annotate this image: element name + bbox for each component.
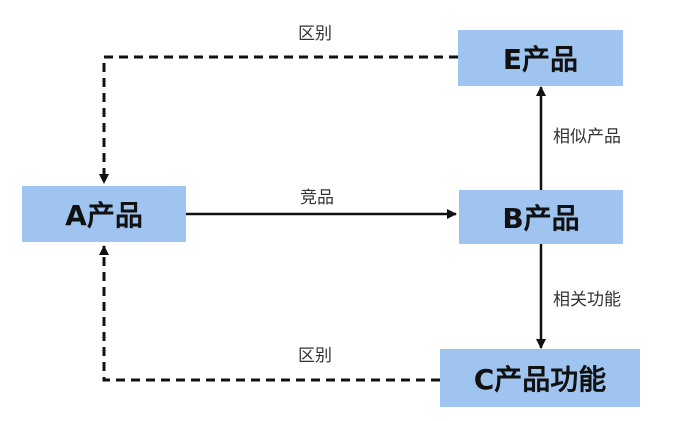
node-a-product: A产品 [22, 186, 186, 242]
node-e-product-label: E产品 [502, 43, 579, 76]
node-b-product: B产品 [459, 190, 623, 244]
edge-e-to-a-line [99, 55, 458, 184]
node-c-product-feature-label: C产品功能 [473, 363, 607, 396]
edge-b-to-c-label: 相关功能 [553, 290, 621, 310]
edge-c-to-a-line [99, 245, 440, 382]
diagram-canvas: E产品 A产品 B产品 C产品功能 区别 竞品 相似产品 相关功能 区别 [0, 0, 686, 421]
edge-c-to-a-label: 区别 [298, 346, 332, 366]
edge-a-to-b-label: 竞品 [300, 188, 334, 208]
node-c-product-feature: C产品功能 [440, 349, 640, 407]
node-b-product-label: B产品 [502, 202, 580, 235]
node-a-product-label: A产品 [65, 199, 143, 232]
node-e-product: E产品 [458, 30, 623, 86]
edge-b-to-e-label: 相似产品 [553, 127, 621, 147]
edge-e-to-a-label: 区别 [298, 24, 332, 44]
